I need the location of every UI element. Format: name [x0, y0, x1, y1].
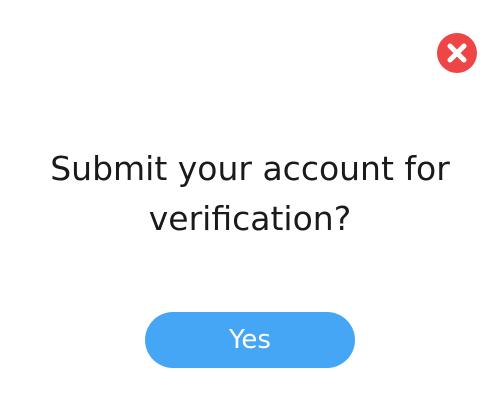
verification-dialog: Submit your account for verification? Ye… [0, 0, 500, 400]
yes-button[interactable]: Yes [145, 312, 355, 368]
close-icon [447, 43, 467, 63]
dialog-message: Submit your account for verification? [50, 149, 450, 238]
close-button[interactable] [437, 33, 477, 73]
